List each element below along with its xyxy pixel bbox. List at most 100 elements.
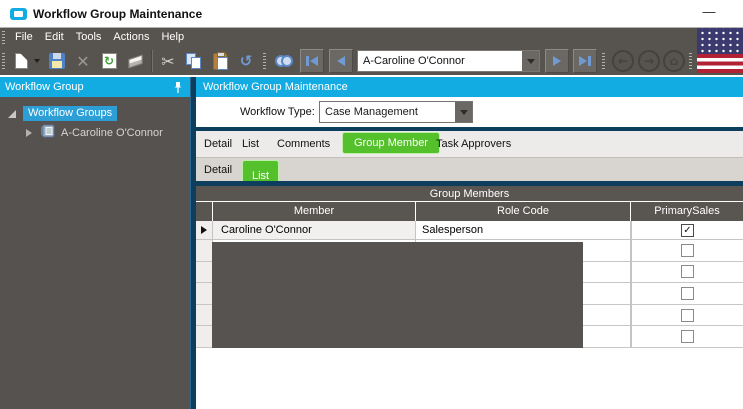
- checkbox-unchecked[interactable]: [681, 243, 694, 257]
- undo-button[interactable]: ↺: [235, 50, 257, 72]
- next-record-button[interactable]: [545, 49, 569, 73]
- app-window: Workflow Group Maintenance — File Edit T…: [0, 0, 743, 409]
- copy-button[interactable]: [183, 50, 205, 72]
- grid-caption: Group Members: [196, 186, 743, 202]
- home-button[interactable]: ⌂: [663, 50, 685, 72]
- tab-strip-inner: Detail List: [196, 157, 743, 192]
- record-selector-dropdown-button[interactable]: [522, 51, 539, 71]
- tree-item-workflow-groups[interactable]: Workflow Groups: [0, 104, 190, 123]
- expand-arrow-icon[interactable]: [8, 109, 16, 118]
- delete-button[interactable]: ✕: [72, 50, 94, 72]
- refresh-icon: ↻: [101, 53, 117, 69]
- workflow-type-row: Workflow Type: Case Management: [196, 97, 743, 127]
- window-title: Workflow Group Maintenance: [33, 7, 203, 21]
- toolbar-grip-handle[interactable]: [2, 53, 5, 69]
- workflow-type-combo[interactable]: Case Management: [319, 101, 473, 123]
- menu-tools[interactable]: Tools: [70, 28, 108, 47]
- row-selector-cell[interactable]: [196, 283, 213, 305]
- new-button[interactable]: [10, 50, 32, 72]
- menu-file[interactable]: File: [9, 28, 39, 47]
- copy-icon: [186, 52, 202, 70]
- redacted-region: [212, 242, 583, 348]
- grid-selector-header: [196, 202, 213, 221]
- previous-record-button[interactable]: [329, 49, 353, 73]
- checkbox-unchecked[interactable]: [681, 265, 694, 279]
- tab-strip-outer: Detail List Comments Group Member Task A…: [196, 131, 743, 157]
- row-selector-cell[interactable]: [196, 304, 213, 327]
- back-icon: ←: [617, 54, 629, 68]
- chevron-down-icon: [526, 58, 535, 64]
- row-selector-cell[interactable]: [196, 261, 213, 284]
- checkbox-unchecked[interactable]: [681, 330, 694, 344]
- menu-help[interactable]: Help: [155, 28, 190, 47]
- forward-button[interactable]: →: [638, 50, 660, 72]
- last-record-button[interactable]: [573, 49, 597, 73]
- toolbar-grip-handle[interactable]: [602, 53, 605, 69]
- primary-sales-cell[interactable]: [631, 261, 743, 284]
- checkbox-checked[interactable]: ✓: [681, 223, 694, 237]
- row-selector-cell[interactable]: [196, 240, 213, 262]
- column-header-member[interactable]: Member: [213, 202, 416, 221]
- undo-icon: ↺: [239, 52, 253, 70]
- grid-data-row[interactable]: Caroline O'Connor Salesperson ✓: [196, 221, 743, 240]
- tab-task-approvers[interactable]: Task Approvers: [436, 131, 511, 157]
- menu-actions[interactable]: Actions: [107, 28, 155, 47]
- toolbar-separator: [151, 50, 153, 72]
- checkbox-unchecked[interactable]: [681, 286, 694, 300]
- menubar-grip-handle[interactable]: [2, 30, 5, 45]
- tab-group-member[interactable]: Group Member: [342, 132, 440, 154]
- save-button[interactable]: [46, 50, 68, 72]
- erase-button[interactable]: [124, 50, 146, 72]
- find-button[interactable]: [273, 50, 295, 72]
- app-window-icon: [10, 8, 27, 20]
- previous-record-icon: [337, 56, 345, 66]
- tab-inner-detail[interactable]: Detail: [204, 158, 232, 182]
- paste-button[interactable]: [209, 50, 231, 72]
- primary-sales-cell[interactable]: [631, 283, 743, 305]
- new-dropdown-icon[interactable]: [34, 59, 40, 63]
- toolbar-grip-handle[interactable]: [263, 53, 266, 69]
- next-record-icon: [553, 56, 561, 66]
- tree-item-label: Workflow Groups: [23, 106, 118, 121]
- menu-edit[interactable]: Edit: [39, 28, 70, 47]
- last-record-icon: [579, 56, 587, 66]
- workflow-group-icon: [40, 124, 55, 141]
- column-header-role-code[interactable]: Role Code: [416, 202, 631, 221]
- toolbar-grip-handle[interactable]: [689, 53, 692, 69]
- paste-icon: [213, 51, 228, 70]
- primary-sales-cell[interactable]: [631, 326, 743, 348]
- member-cell[interactable]: Caroline O'Connor: [213, 221, 416, 240]
- chevron-down-icon: [459, 109, 468, 115]
- column-header-primary-sales[interactable]: PrimarySales: [631, 202, 743, 221]
- row-selector-cell[interactable]: [196, 221, 213, 240]
- workflow-type-value: Case Management: [325, 106, 418, 118]
- refresh-button[interactable]: ↻: [98, 50, 120, 72]
- maintenance-panel: Workflow Group Maintenance Workflow Type…: [196, 77, 743, 409]
- find-icon: [275, 55, 293, 67]
- first-record-icon: [306, 56, 309, 66]
- collapse-arrow-icon[interactable]: [26, 128, 32, 137]
- tab-comments[interactable]: Comments: [277, 131, 330, 157]
- record-selector-value: A-Caroline O'Connor: [363, 55, 465, 67]
- record-selector-combo[interactable]: A-Caroline O'Connor: [357, 50, 540, 72]
- workflow-group-panel: Workflow Group Workflow Groups A-Carolin…: [0, 77, 190, 409]
- minimize-button[interactable]: —: [699, 2, 719, 22]
- cut-button[interactable]: ✂: [157, 50, 179, 72]
- tab-detail[interactable]: Detail: [204, 131, 232, 157]
- new-icon: [14, 53, 28, 69]
- back-button[interactable]: ←: [612, 50, 634, 72]
- primary-sales-cell[interactable]: [631, 240, 743, 262]
- checkbox-unchecked[interactable]: [681, 308, 694, 322]
- primary-sales-cell[interactable]: [631, 304, 743, 327]
- primary-sales-cell[interactable]: ✓: [631, 221, 743, 240]
- workflow-type-dropdown-button[interactable]: [455, 102, 472, 122]
- menu-bar: File Edit Tools Actions Help: [0, 28, 743, 47]
- home-icon: ⌂: [669, 54, 679, 68]
- tree-item-caroline-oconnor[interactable]: A-Caroline O'Connor: [0, 123, 190, 142]
- role-code-cell[interactable]: Salesperson: [416, 221, 631, 240]
- erase-icon: [127, 53, 143, 69]
- pin-icon[interactable]: [173, 81, 183, 101]
- tab-list[interactable]: List: [242, 131, 259, 157]
- first-record-button[interactable]: [300, 49, 324, 73]
- row-selector-cell[interactable]: [196, 326, 213, 348]
